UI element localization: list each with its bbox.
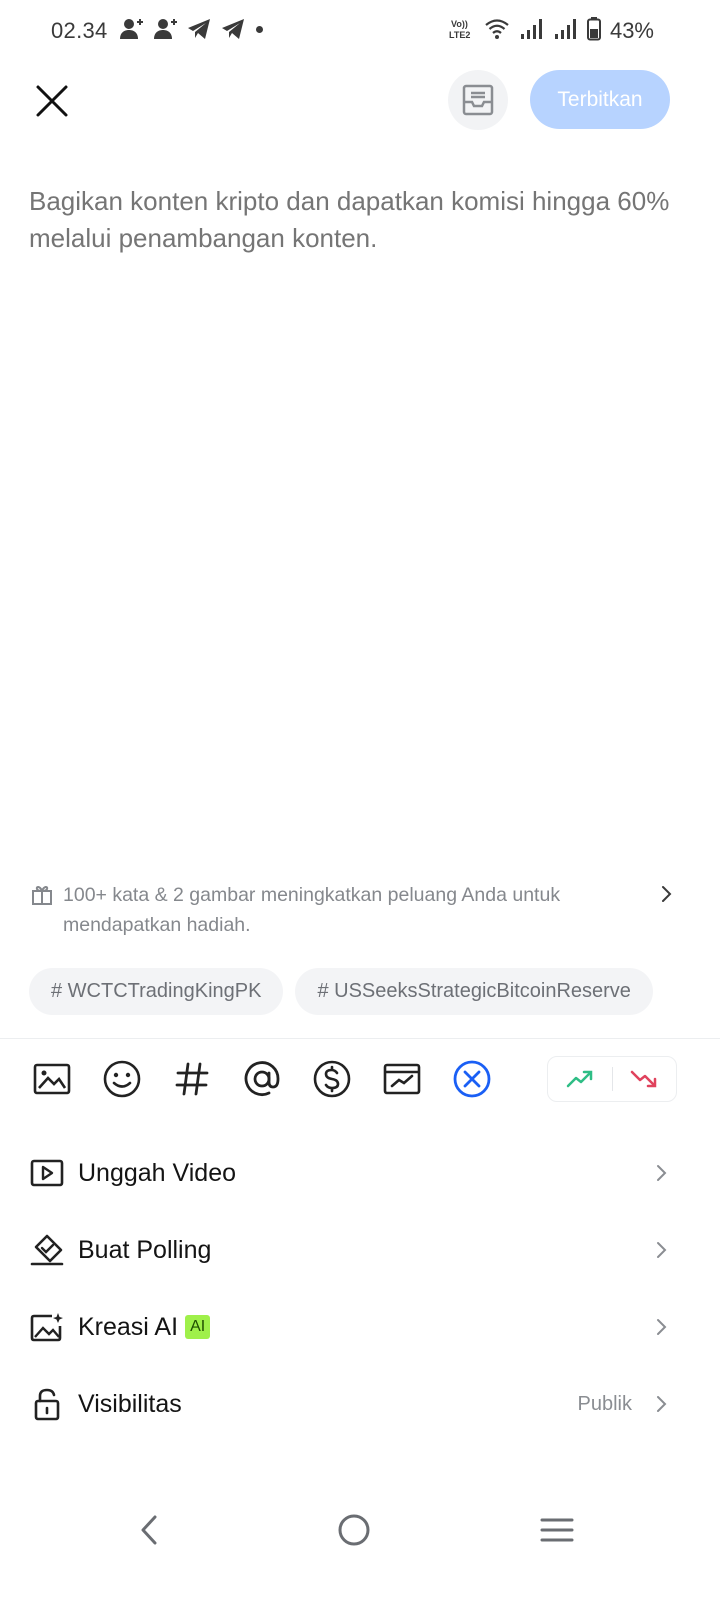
wifi-icon bbox=[485, 19, 509, 39]
recents-button[interactable] bbox=[527, 1500, 587, 1560]
volte-lte2-icon: Vo))LTE2 bbox=[449, 19, 470, 40]
inbox-tray-icon bbox=[462, 84, 494, 116]
ai-badge: AI bbox=[185, 1315, 211, 1339]
add-coin-button[interactable] bbox=[310, 1057, 354, 1101]
unlock-icon bbox=[30, 1387, 64, 1421]
status-indicators: Vo)) LTE2 bbox=[448, 16, 602, 42]
signal-icon bbox=[521, 19, 542, 39]
hashtag-icon bbox=[175, 1062, 209, 1096]
chevron-right-icon bbox=[657, 1396, 667, 1412]
compose-toolbar bbox=[30, 1056, 520, 1102]
status-bar: 02.34 Vo)) LTE2 43% bbox=[0, 0, 720, 62]
recents-icon bbox=[540, 1518, 574, 1542]
add-emoji-button[interactable] bbox=[100, 1057, 144, 1101]
create-poll-label: Buat Polling bbox=[78, 1235, 212, 1264]
chevron-right-icon bbox=[657, 1319, 667, 1335]
suggested-hashtags: # WCTCTradingKingPK # USSeeksStrategicBi… bbox=[29, 968, 653, 1015]
reward-tip-text: 100+ kata & 2 gambar meningkatkan peluan… bbox=[63, 884, 561, 936]
bullish-icon bbox=[566, 1070, 592, 1088]
upload-video-row[interactable]: Unggah Video bbox=[30, 1143, 690, 1203]
add-hashtag-button[interactable] bbox=[170, 1057, 214, 1101]
clear-button[interactable] bbox=[450, 1057, 494, 1101]
publish-button[interactable]: Terbitkan bbox=[530, 70, 670, 129]
emoji-icon bbox=[103, 1060, 141, 1098]
ai-create-label: Kreasi AI bbox=[78, 1312, 179, 1341]
mention-icon bbox=[244, 1061, 280, 1096]
visibility-row[interactable]: Visibilitas Publik bbox=[30, 1374, 690, 1434]
divider bbox=[0, 1038, 720, 1039]
ai-image-icon bbox=[30, 1310, 64, 1344]
sentiment-selector bbox=[547, 1056, 677, 1102]
status-time: 02.34 bbox=[51, 18, 108, 43]
create-poll-row[interactable]: Buat Polling bbox=[30, 1220, 690, 1280]
hashtag-chip[interactable]: # USSeeksStrategicBitcoinReserve bbox=[295, 968, 653, 1015]
chevron-right-icon bbox=[657, 1242, 667, 1258]
add-mention-button[interactable] bbox=[240, 1057, 284, 1101]
bearish-button[interactable] bbox=[613, 1057, 677, 1101]
post-content-input[interactable] bbox=[29, 183, 679, 823]
reward-tip[interactable]: 100+ kata & 2 gambar meningkatkan peluan… bbox=[30, 880, 690, 940]
back-icon bbox=[141, 1515, 157, 1545]
dollar-icon bbox=[313, 1060, 351, 1098]
drafts-button[interactable] bbox=[448, 70, 508, 130]
close-icon bbox=[36, 85, 68, 117]
telegram-icon bbox=[222, 19, 244, 39]
telegram-icon bbox=[188, 19, 210, 39]
ai-create-row[interactable]: Kreasi AI AI bbox=[30, 1297, 690, 1357]
battery-icon bbox=[587, 17, 601, 41]
gift-icon bbox=[32, 885, 52, 905]
add-image-button[interactable] bbox=[30, 1057, 74, 1101]
chevron-right-icon bbox=[657, 1165, 667, 1181]
home-icon bbox=[338, 1514, 370, 1546]
poll-ticket-icon bbox=[30, 1233, 64, 1267]
image-icon bbox=[33, 1063, 71, 1095]
hashtag-chip[interactable]: # WCTCTradingKingPK bbox=[29, 968, 284, 1015]
svg-text:Vo)): Vo)) bbox=[451, 19, 468, 29]
back-button[interactable] bbox=[120, 1500, 180, 1560]
svg-text:LTE2: LTE2 bbox=[449, 30, 470, 40]
chart-card-icon bbox=[383, 1063, 421, 1095]
bullish-button[interactable] bbox=[548, 1057, 612, 1101]
signal-icon bbox=[555, 19, 576, 39]
person-add-icon bbox=[154, 19, 177, 39]
add-chart-button[interactable] bbox=[380, 1057, 424, 1101]
video-play-icon bbox=[30, 1156, 64, 1190]
more-notifications-dot-icon bbox=[256, 25, 263, 33]
chevron-right-icon bbox=[662, 886, 672, 902]
notification-icons bbox=[118, 16, 263, 42]
visibility-label: Visibilitas bbox=[78, 1389, 182, 1418]
upload-video-label: Unggah Video bbox=[78, 1158, 237, 1187]
clear-circle-icon bbox=[453, 1060, 491, 1098]
bearish-icon bbox=[631, 1070, 657, 1088]
battery-percent: 43% bbox=[609, 18, 654, 43]
home-button[interactable] bbox=[324, 1500, 384, 1560]
visibility-value: Publik bbox=[577, 1392, 632, 1415]
system-navigation-bar bbox=[0, 1490, 720, 1570]
person-add-icon bbox=[120, 19, 143, 39]
close-button[interactable] bbox=[30, 79, 74, 123]
